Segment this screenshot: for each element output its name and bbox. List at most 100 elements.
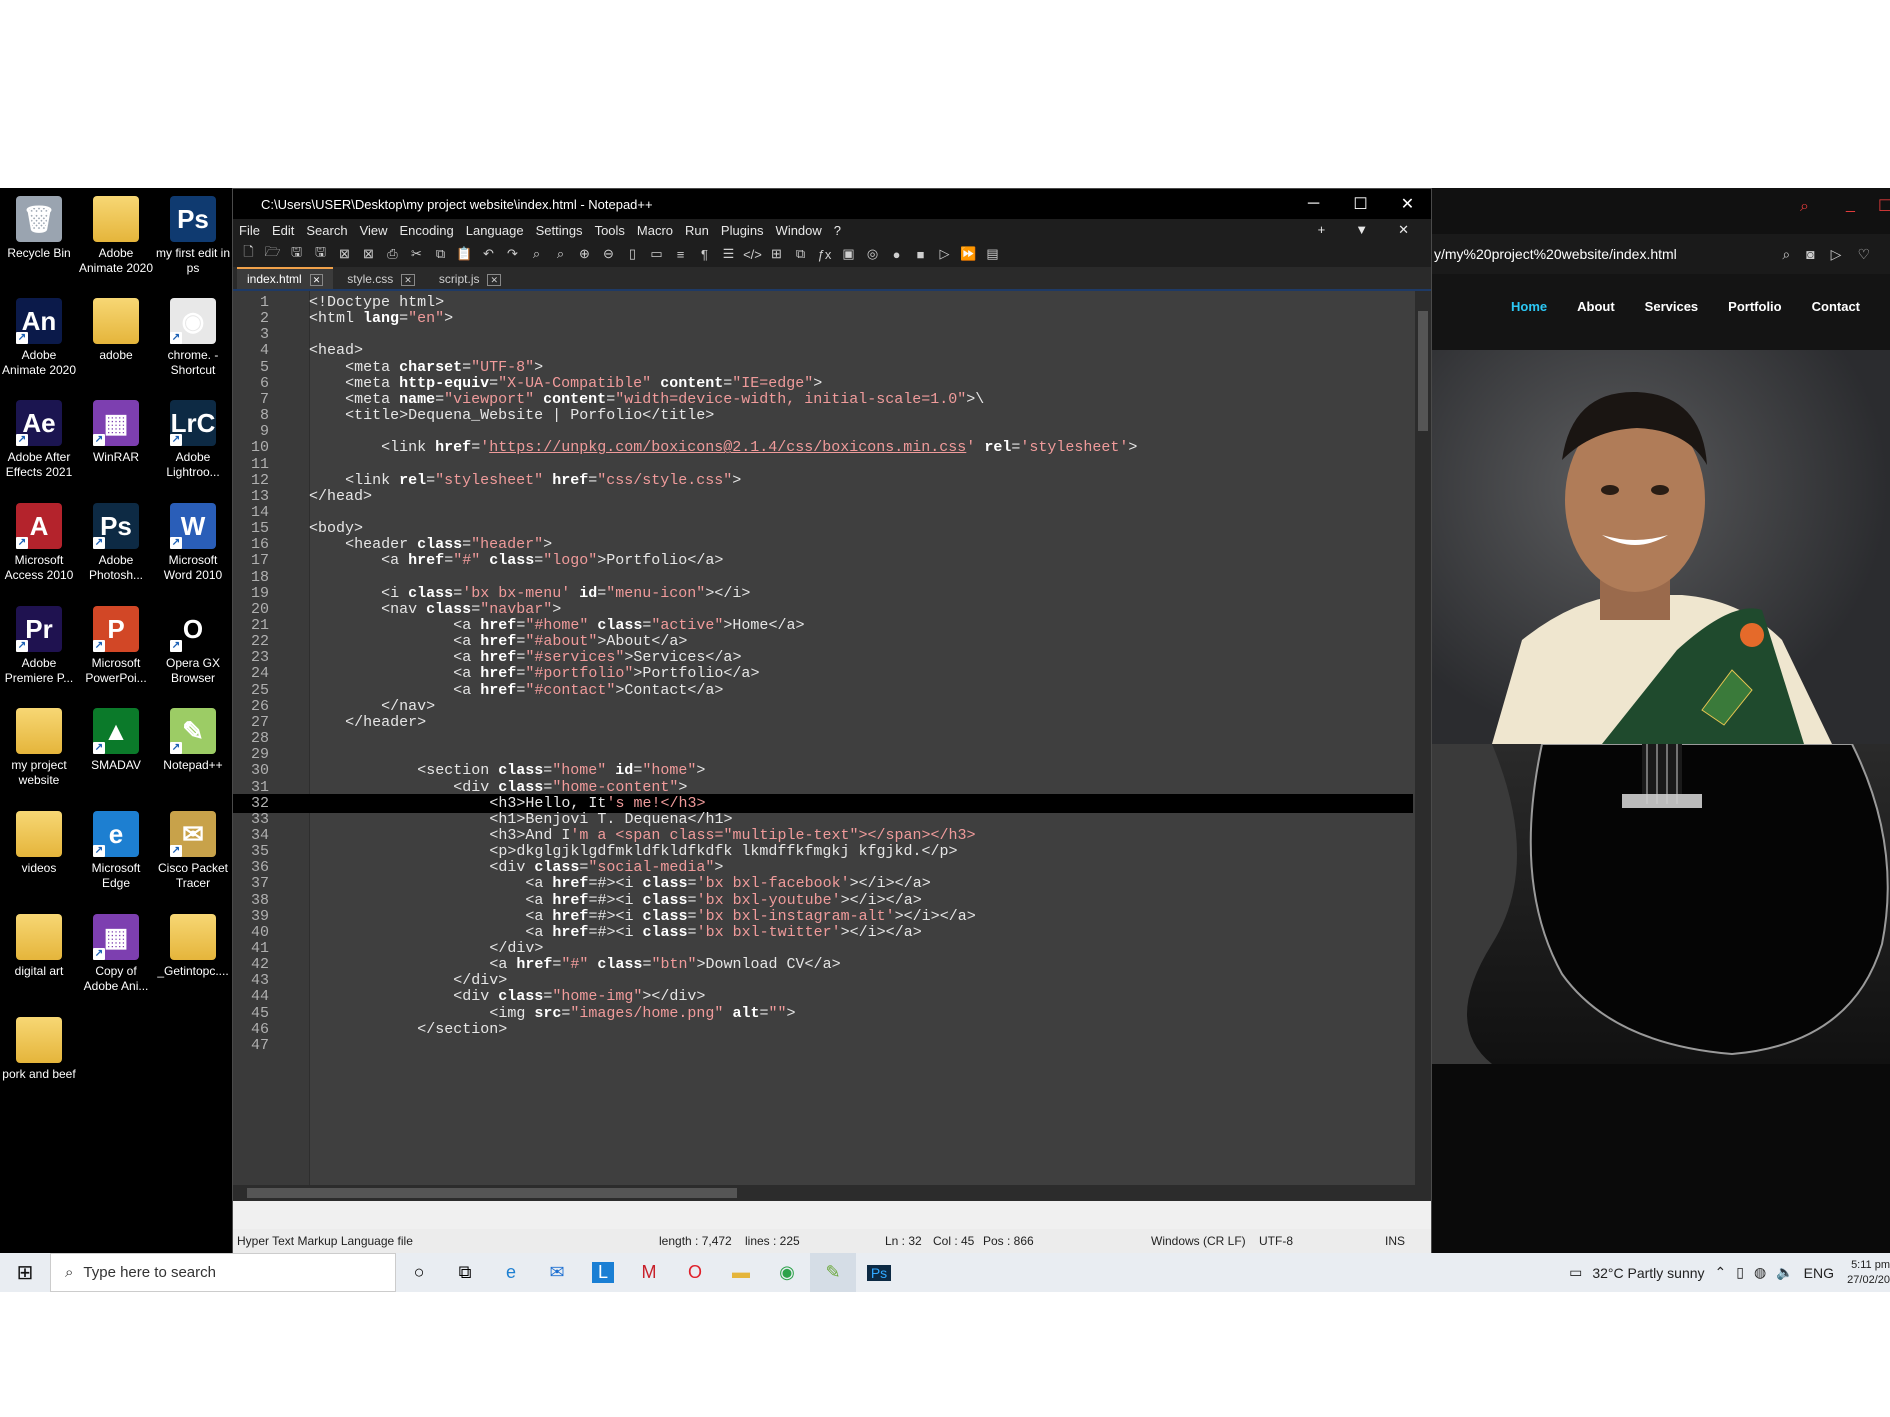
horizontal-scrollbar[interactable] [233, 1185, 1415, 1201]
desktop-icon[interactable]: _Getintopc.... [154, 914, 232, 979]
desktop-icon[interactable]: adobe [77, 298, 155, 363]
desktop-icon[interactable]: P ↗ Microsoft PowerPoi... [77, 606, 155, 686]
windows-start-icon[interactable]: ⊞ [0, 1260, 50, 1285]
weather-text[interactable]: 32°C Partly sunny [1592, 1265, 1704, 1281]
word-wrap-icon[interactable]: ≡ [671, 247, 690, 262]
paste-icon[interactable]: 📋 [455, 246, 474, 262]
nav-contact[interactable]: Contact [1812, 299, 1860, 314]
redo-icon[interactable]: ↷ [503, 246, 522, 262]
task-view-icon[interactable]: ⧉ [442, 1253, 488, 1292]
print-icon[interactable]: ⎙ [383, 246, 402, 262]
weather-icon[interactable]: ▭ [1569, 1264, 1582, 1281]
close-file-icon[interactable]: ⊠ [335, 246, 354, 262]
maximize-icon[interactable]: ☐ [1878, 196, 1890, 216]
menu-help[interactable]: ? [834, 223, 841, 238]
battery-icon[interactable]: ▯ [1736, 1264, 1744, 1281]
l-app-icon[interactable]: L [580, 1253, 626, 1292]
status-eol[interactable]: Windows (CR LF) [1151, 1229, 1246, 1253]
tab-script-js[interactable]: script.js ✕ [429, 269, 511, 289]
desktop-icon[interactable]: A ↗ Microsoft Access 2010 [0, 503, 78, 583]
minimize-button[interactable]: ─ [1290, 195, 1337, 213]
menu-edit[interactable]: Edit [272, 223, 294, 238]
menu-run[interactable]: Run [685, 223, 709, 238]
close-tab-icon[interactable]: ✕ [401, 274, 415, 286]
address-bar[interactable]: y/my%20project%20website/index.html ⌕ ◙ … [1432, 234, 1890, 274]
desktop-icon[interactable]: e ↗ Microsoft Edge [77, 811, 155, 891]
close-doc-icon[interactable]: ✕ [1398, 222, 1409, 238]
desktop-icon[interactable]: LrC ↗ Adobe Lightroo... [154, 400, 232, 480]
code-editor[interactable]: 1 <!Doctype html> 2 <html lang="en"> 3 4 <head… [233, 291, 1431, 1201]
close-tab-icon[interactable]: ✕ [309, 274, 324, 286]
doc-map-icon[interactable]: ⊞ [767, 246, 786, 262]
edge-icon[interactable]: e [488, 1253, 534, 1292]
url-text[interactable]: y/my%20project%20website/index.html [1434, 246, 1677, 262]
opera-icon[interactable]: O [672, 1253, 718, 1292]
mail-icon[interactable]: ✉ [534, 1253, 580, 1292]
desktop-icon[interactable]: O ↗ Opera GX Browser [154, 606, 232, 686]
heart-icon[interactable]: ♡ [1857, 246, 1870, 263]
close-button[interactable]: ✕ [1384, 194, 1431, 214]
save-all-icon[interactable]: 🖫 [311, 243, 330, 265]
nav-home[interactable]: Home [1511, 299, 1547, 314]
taskbar-search-box[interactable]: ⌕ Type here to search [50, 1253, 396, 1292]
search-icon[interactable]: ⌕ [1782, 246, 1790, 263]
save-icon[interactable]: 🖫 [287, 243, 306, 265]
replace-icon[interactable]: ⌕ [551, 246, 570, 262]
minimize-icon[interactable]: _ [1846, 196, 1855, 214]
camera-icon[interactable]: ◙ [1806, 246, 1814, 263]
language-indicator[interactable]: ENG [1804, 1265, 1834, 1281]
menu-tools[interactable]: Tools [595, 223, 625, 238]
menu-search[interactable]: Search [306, 223, 347, 238]
volume-icon[interactable]: 🔈 [1776, 1264, 1793, 1281]
desktop-icon[interactable]: W ↗ Microsoft Word 2010 [154, 503, 232, 583]
function-list-icon[interactable]: ƒx [815, 247, 834, 262]
desktop-icon[interactable]: ▦ ↗ Copy of Adobe Ani... [77, 914, 155, 994]
desktop-icon[interactable]: videos [0, 811, 78, 876]
menu-file[interactable]: File [239, 223, 260, 238]
add-tab-icon[interactable]: + [1318, 222, 1326, 238]
vertical-scrollbar[interactable] [1415, 291, 1431, 1201]
clock[interactable]: 5:11 pm 27/02/20 [1844, 1258, 1890, 1288]
send-icon[interactable]: ▷ [1831, 246, 1842, 263]
close-all-icon[interactable]: ⊠ [359, 246, 378, 262]
new-file-icon[interactable]: 🗋 [239, 243, 258, 265]
network-icon[interactable]: ◍ [1754, 1264, 1766, 1281]
scroll-thumb[interactable] [1418, 311, 1428, 431]
stop-macro-icon[interactable]: ■ [911, 247, 930, 262]
menu-plugins[interactable]: Plugins [721, 223, 764, 238]
folder-workspace-icon[interactable]: ▣ [839, 246, 858, 262]
status-encoding[interactable]: UTF-8 [1259, 1229, 1293, 1253]
tab-index-html[interactable]: index.html ✕ [237, 267, 334, 289]
play-macro-icon[interactable]: ▷ [935, 246, 954, 262]
sync-h-icon[interactable]: ▭ [647, 246, 666, 262]
desktop-icon[interactable]: 🗑 Recycle Bin [0, 196, 78, 261]
desktop-icon[interactable]: ✉ ↗ Cisco Packet Tracer [154, 811, 232, 891]
desktop-icon[interactable]: ✎ ↗ Notepad++ [154, 708, 232, 773]
record-macro-icon[interactable]: ● [887, 247, 906, 262]
doc-list-icon[interactable]: ⧉ [791, 246, 810, 262]
lang-icon[interactable]: </> [743, 247, 762, 262]
menu-macro[interactable]: Macro [637, 223, 673, 238]
desktop-icon[interactable]: Pr ↗ Adobe Premiere P... [0, 606, 78, 686]
copy-icon[interactable]: ⧉ [431, 246, 450, 262]
undo-icon[interactable]: ↶ [479, 246, 498, 262]
scroll-thumb[interactable] [247, 1188, 737, 1198]
search-icon[interactable]: ⌕ [1800, 198, 1809, 216]
maximize-button[interactable]: ☐ [1337, 194, 1384, 214]
find-icon[interactable]: ⌕ [527, 246, 546, 262]
zoom-out-icon[interactable]: ⊖ [599, 246, 618, 262]
menu-view[interactable]: View [360, 223, 388, 238]
desktop-icon[interactable]: Adobe Animate 2020 [77, 196, 155, 276]
desktop-icon[interactable]: pork and beef [0, 1017, 78, 1082]
tab-list-icon[interactable]: ▼ [1355, 222, 1368, 238]
chrome-icon[interactable]: ◉ [764, 1253, 810, 1292]
menu-settings[interactable]: Settings [536, 223, 583, 238]
code-line[interactable]: 47 [233, 1036, 1413, 1056]
nav-services[interactable]: Services [1645, 299, 1699, 314]
sync-v-icon[interactable]: ▯ [623, 246, 642, 262]
mcafee-icon[interactable]: M [626, 1253, 672, 1292]
nav-portfolio[interactable]: Portfolio [1728, 299, 1781, 314]
tab-style-css[interactable]: style.css ✕ [337, 269, 425, 289]
menu-encoding[interactable]: Encoding [400, 223, 454, 238]
indent-guide-icon[interactable]: ☰ [719, 246, 738, 262]
